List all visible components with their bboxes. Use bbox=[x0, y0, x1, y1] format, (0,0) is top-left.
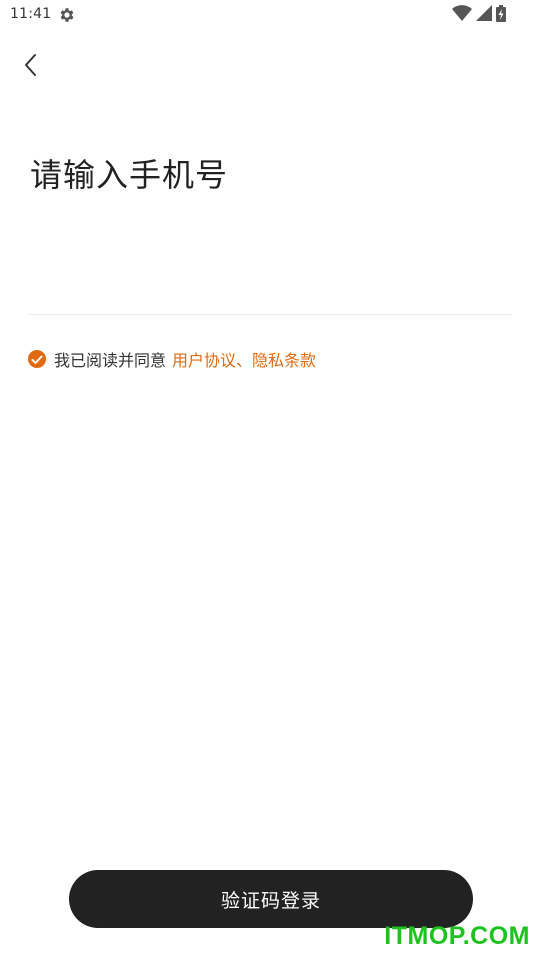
input-divider bbox=[28, 314, 512, 315]
agreement-row: 我已阅读并同意 用户协议、隐私条款 bbox=[28, 348, 316, 370]
status-time: 11:41 bbox=[10, 6, 52, 22]
checkmark-icon bbox=[31, 350, 43, 369]
agreement-links[interactable]: 用户协议、隐私条款 bbox=[172, 347, 316, 371]
page-title: 请输入手机号 bbox=[30, 156, 229, 194]
settings-gear-icon bbox=[58, 6, 76, 24]
battery-charging-icon bbox=[496, 4, 506, 26]
cellular-signal-icon bbox=[476, 5, 492, 25]
status-bar: 11:41 bbox=[0, 0, 540, 30]
back-button[interactable] bbox=[14, 50, 48, 84]
wifi-icon bbox=[452, 5, 472, 25]
phone-number-input[interactable] bbox=[28, 240, 512, 310]
sms-login-button[interactable]: 验证码登录 bbox=[69, 870, 473, 928]
status-icons bbox=[452, 4, 506, 26]
agree-checkbox[interactable] bbox=[28, 350, 46, 368]
agreement-text: 我已阅读并同意 bbox=[54, 351, 167, 370]
chevron-left-icon bbox=[23, 52, 39, 82]
watermark: ITMOP.COM bbox=[384, 922, 530, 950]
